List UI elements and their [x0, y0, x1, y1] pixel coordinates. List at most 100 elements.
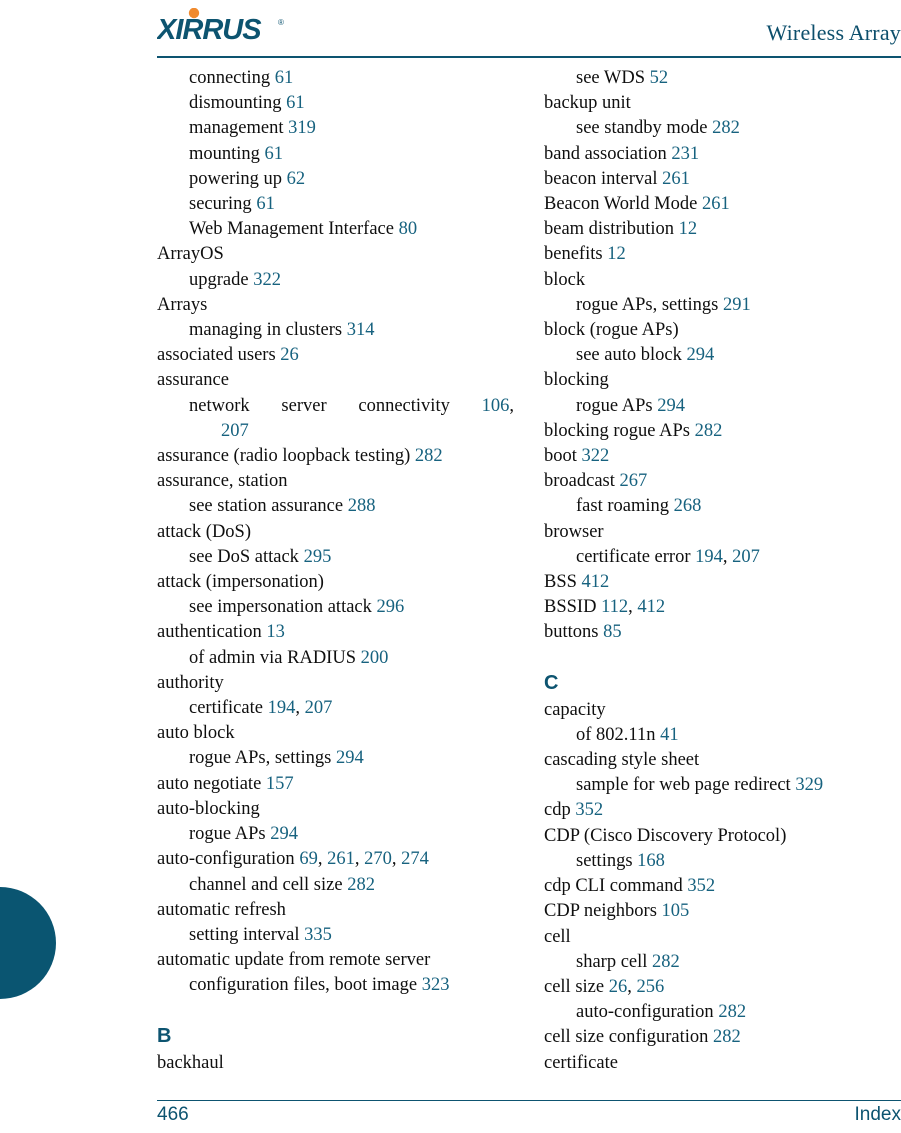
index-entry: Web Management Interface 80 — [157, 217, 514, 242]
index-entry: cell size 26, 256 — [544, 975, 901, 1000]
index-entry-label: see auto block — [576, 345, 682, 366]
index-page-number[interactable]: 80 — [394, 219, 418, 239]
index-entry: attack (DoS) — [157, 520, 514, 545]
index-page-number[interactable]: 207 — [221, 421, 249, 441]
index-entry: setting interval 335 — [157, 923, 514, 948]
index-entry: see DoS attack 295 — [157, 545, 514, 570]
index-entry-label: cell — [544, 926, 571, 947]
index-entry: connecting 61 — [157, 66, 514, 91]
index-entry-label: buttons — [544, 622, 599, 643]
index-entry: managing in clusters 314 — [157, 318, 514, 343]
index-page-number[interactable]: 207 — [300, 698, 333, 718]
index-page-number[interactable]: 12 — [603, 244, 626, 264]
index-page-number[interactable]: 207 — [728, 547, 760, 567]
index-page-number[interactable]: 288 — [343, 496, 376, 516]
index-page-number[interactable]: 291 — [718, 295, 751, 315]
index-entry: powering up 62 — [157, 167, 514, 192]
index-page-number[interactable]: 231 — [667, 144, 699, 164]
index-page-number[interactable]: 319 — [284, 118, 316, 138]
index-page-number[interactable]: 52 — [645, 68, 669, 88]
index-page-number[interactable]: 106 — [450, 396, 510, 416]
index-page-number[interactable]: 282 — [410, 446, 443, 466]
index-entry-label: auto block — [157, 723, 235, 744]
index-page-number[interactable]: 61 — [270, 68, 294, 88]
index-entry-label: certificate error — [576, 546, 691, 567]
index-entry: automatic refresh — [157, 898, 514, 923]
index-page-number[interactable]: 256 — [632, 977, 664, 997]
index-entry-label: blocking rogue APs — [544, 420, 690, 441]
index-page-number[interactable]: 62 — [282, 169, 306, 189]
index-entry-label: broadcast — [544, 471, 615, 492]
index-page-number[interactable]: 282 — [343, 875, 375, 895]
index-page-number[interactable]: 412 — [633, 597, 665, 617]
index-page-number[interactable]: 200 — [356, 648, 389, 668]
index-page-number[interactable]: 26 — [604, 977, 628, 997]
index-page-number[interactable]: 267 — [615, 471, 648, 491]
index-page-number[interactable]: 261 — [658, 169, 690, 189]
footer-section-label: Index — [854, 1104, 901, 1125]
index-entry: blocking — [544, 368, 901, 393]
index-page-number[interactable]: 270 — [359, 849, 392, 869]
index-page-number[interactable]: 295 — [299, 547, 332, 567]
index-entry-label: configuration files, boot image — [189, 975, 418, 996]
index-page-number[interactable]: 294 — [331, 748, 364, 768]
index-entry: configuration files, boot image 323 — [157, 973, 514, 998]
index-entry: auto-configuration 69, 261, 270, 274 — [157, 847, 514, 872]
index-page-number[interactable]: 41 — [655, 725, 679, 745]
svg-text:®: ® — [278, 18, 284, 27]
index-page-number[interactable]: 69 — [295, 849, 318, 869]
index-page-number[interactable]: 61 — [252, 194, 275, 214]
index-page-number[interactable]: 322 — [249, 270, 281, 290]
index-page-number[interactable]: 329 — [791, 775, 823, 795]
index-page-number[interactable]: 282 — [708, 118, 740, 138]
index-page-number[interactable]: 85 — [598, 622, 622, 642]
index-page-number[interactable]: 112 — [596, 597, 628, 617]
index-entry-label: sharp cell — [576, 951, 648, 972]
index-page-number[interactable]: 294 — [682, 345, 714, 365]
index-entry: capacity — [544, 698, 901, 723]
index-entry: mounting 61 — [157, 142, 514, 167]
page-header: XIRRUS ® Wireless Array — [157, 8, 901, 56]
index-entry-label: dismounting — [189, 93, 282, 114]
index-page-number[interactable]: 294 — [653, 396, 685, 416]
index-page-number[interactable]: 294 — [266, 824, 298, 844]
index-page-number[interactable]: 12 — [674, 219, 698, 239]
index-page-number[interactable]: 61 — [260, 144, 284, 164]
index-page-number[interactable]: 13 — [262, 622, 285, 642]
svg-text:XIRRUS: XIRRUS — [157, 14, 262, 44]
index-page-number[interactable]: 282 — [708, 1027, 741, 1047]
index-page-number[interactable]: 194 — [691, 547, 723, 567]
index-page-number[interactable]: 261 — [697, 194, 730, 214]
index-page-number[interactable]: 168 — [633, 851, 665, 871]
index-entry-label: authentication — [157, 622, 262, 643]
index-page-number[interactable]: 282 — [690, 421, 723, 441]
index-page-number[interactable]: 352 — [571, 800, 603, 820]
index-page-number[interactable]: 314 — [342, 320, 375, 340]
index-entry: auto-blocking — [157, 797, 514, 822]
index-page-number[interactable]: 26 — [276, 345, 299, 365]
index-page-number[interactable]: 194 — [263, 698, 296, 718]
index-page-number[interactable]: 335 — [299, 925, 332, 945]
index-page-separator: , — [509, 395, 515, 416]
index-page-number[interactable]: 296 — [372, 597, 405, 617]
index-entry: Beacon World Mode 261 — [544, 192, 901, 217]
index-page-number[interactable]: 412 — [577, 572, 610, 592]
index-page-number[interactable]: 261 — [322, 849, 355, 869]
index-entry: certificate error 194, 207 — [544, 545, 901, 570]
index-page-number[interactable]: 282 — [714, 1002, 746, 1022]
index-page-number[interactable]: 352 — [683, 876, 715, 896]
index-page-number[interactable]: 61 — [282, 93, 305, 113]
page-edge-tab — [0, 887, 56, 999]
index-page-number[interactable]: 105 — [657, 901, 690, 921]
index-column-left: connecting 61 dismounting 61 management 31… — [157, 66, 514, 1076]
index-entry-label: auto-blocking — [157, 798, 260, 819]
index-page-number[interactable]: 157 — [261, 774, 294, 794]
index-page-number[interactable]: 268 — [669, 496, 702, 516]
index-entry: CDP (Cisco Discovery Protocol) — [544, 824, 901, 849]
index-page-number[interactable]: 274 — [396, 849, 429, 869]
index-entry-label: management — [189, 118, 284, 139]
index-page-number[interactable]: 322 — [577, 446, 610, 466]
index-entry: cascading style sheet — [544, 748, 901, 773]
index-page-number[interactable]: 282 — [647, 952, 680, 972]
index-page-number[interactable]: 323 — [417, 975, 450, 995]
